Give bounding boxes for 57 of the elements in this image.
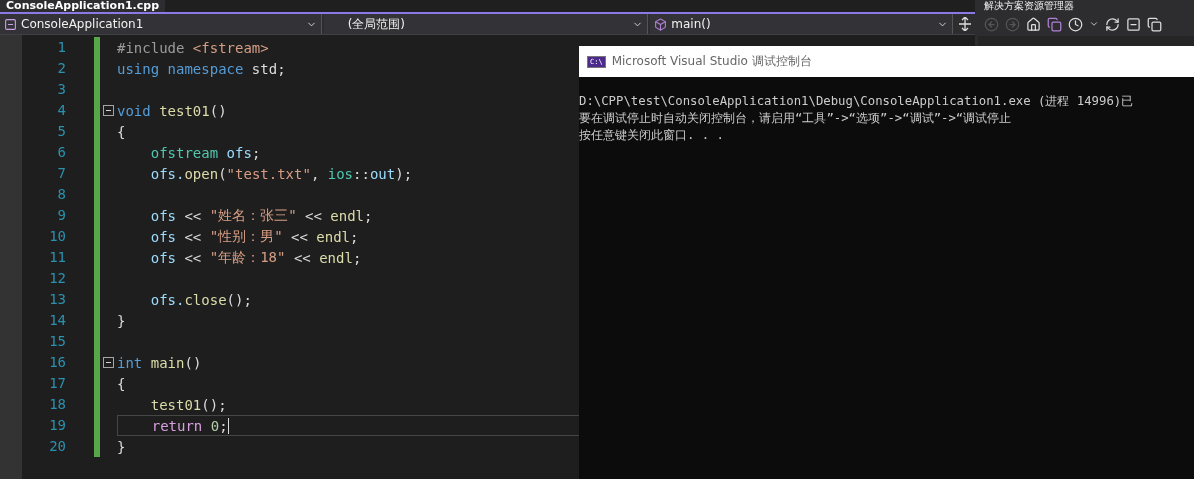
line-number: 9 xyxy=(56,206,66,225)
code-line: ofs << "性别：男" << endl; xyxy=(149,227,359,246)
line-number: 2 xyxy=(56,59,66,78)
console-line: 按任意键关闭此窗口. . . xyxy=(579,127,725,144)
caret-icon[interactable] xyxy=(1089,19,1099,29)
line-number: 14 xyxy=(48,311,66,330)
code-line: } xyxy=(117,437,126,456)
code-line: int main() xyxy=(117,353,202,372)
collapse-icon[interactable] xyxy=(103,357,114,368)
line-number: 4 xyxy=(56,101,66,120)
line-number: 8 xyxy=(56,185,66,204)
scope-dropdown[interactable]: (全局范围) xyxy=(323,14,649,34)
code-line: test01(); xyxy=(149,395,227,414)
console-line: D:\CPP\test\ConsoleApplication1\Debug\ConsoleApplication1.exe (进程 14996)已 xyxy=(579,93,1134,110)
project-icon xyxy=(4,17,17,31)
line-number: 5 xyxy=(56,122,66,141)
cube-icon xyxy=(654,17,668,31)
panel-title: 解决方案资源管理器 xyxy=(978,0,1194,12)
line-number: 11 xyxy=(48,248,66,267)
code-line: ofstream ofs; xyxy=(149,143,261,162)
line-number: 10 xyxy=(48,227,66,246)
home-icon[interactable] xyxy=(1026,16,1041,32)
line-number: 20 xyxy=(48,437,66,456)
console-line: 要在调试停止时自动关闭控制台，请启用“工具”->“选项”->“调试”->“调试停止 xyxy=(579,110,1012,127)
line-number: 15 xyxy=(48,332,66,351)
code-line: ofs << "年龄：18" << endl; xyxy=(149,248,362,267)
line-number: 18 xyxy=(48,395,66,414)
code-line: return 0; xyxy=(150,416,229,435)
code-line: { xyxy=(117,374,126,393)
code-line: ofs << "姓名：张三" << endl; xyxy=(149,206,373,225)
window-title: Microsoft Visual Studio 调试控制台 xyxy=(611,53,812,70)
line-number: 7 xyxy=(56,164,66,183)
line-number: 17 xyxy=(48,374,66,393)
split-icon xyxy=(959,17,972,31)
collapse-icon[interactable] xyxy=(103,105,114,116)
project-dropdown[interactable]: ConsoleApplication1 xyxy=(0,14,322,34)
code-line: void test01() xyxy=(117,101,227,120)
line-number: 13 xyxy=(48,290,66,309)
code-line: ofs.close(); xyxy=(149,290,252,309)
member-dropdown[interactable]: main() xyxy=(650,14,954,34)
line-number: 6 xyxy=(56,143,66,162)
code-line: #include <fstream> xyxy=(117,38,269,57)
refresh-icon[interactable] xyxy=(1105,16,1120,32)
history-icon[interactable] xyxy=(1068,16,1083,32)
code-line: } xyxy=(117,311,126,330)
line-number: 1 xyxy=(56,38,66,57)
line-number: 12 xyxy=(48,269,66,288)
document-tab[interactable]: ConsoleApplication1.cpp xyxy=(0,0,166,12)
line-number: 3 xyxy=(56,80,66,99)
code-line: using namespace std; xyxy=(117,59,286,78)
code-line: { xyxy=(117,122,126,141)
code-line: ofs.open("test.txt", ios::out); xyxy=(149,164,413,183)
switch-views-icon[interactable] xyxy=(1047,16,1062,32)
line-number: 19 xyxy=(48,416,66,435)
collapse-all-icon[interactable] xyxy=(1126,16,1141,32)
copy-icon[interactable] xyxy=(1147,16,1162,32)
line-number: 16 xyxy=(48,353,66,372)
